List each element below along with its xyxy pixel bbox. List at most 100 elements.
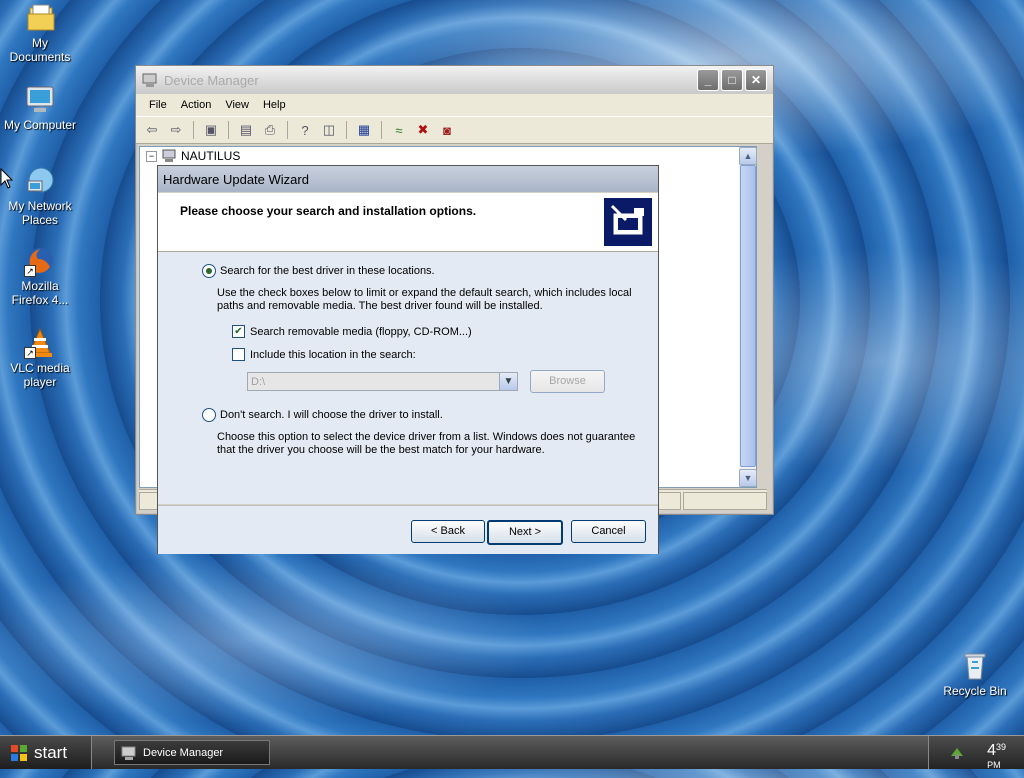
desktop-icon-label: Mozilla Firefox 4... — [11, 279, 69, 307]
search-description: Use the check boxes below to limit or ex… — [217, 287, 632, 312]
desktop-icon-label: VLC media player — [10, 361, 70, 389]
desktop-icon-my-documents[interactable]: My Documents — [0, 2, 80, 64]
my-computer-icon — [24, 84, 56, 116]
radio-dont-search[interactable] — [202, 408, 216, 422]
status-cell — [683, 492, 767, 510]
tree-collapse-icon[interactable]: − — [146, 150, 157, 162]
radio-dont-search-row[interactable]: Don't search. I will choose the driver t… — [202, 408, 443, 422]
update-driver-icon[interactable]: ≈ — [389, 120, 409, 140]
checkbox-location[interactable] — [232, 348, 245, 361]
scroll-up-icon[interactable]: ▲ — [739, 147, 757, 165]
toolbar-separator — [193, 121, 194, 139]
menu-view[interactable]: View — [218, 99, 256, 111]
desktop-icon-label: Recycle Bin — [943, 684, 1007, 698]
window-title: Device Manager — [164, 72, 259, 88]
desktop-icon-my-computer[interactable]: My Computer — [0, 84, 80, 132]
shortcut-arrow-icon: ↗ — [24, 347, 36, 359]
back-button[interactable]: < Back — [411, 520, 485, 543]
wizard-body: Search for the best driver in these loca… — [158, 252, 658, 504]
taskbar-item-label: Device Manager — [143, 746, 224, 759]
properties-icon[interactable]: ▤ — [236, 120, 256, 140]
next-button[interactable]: Next > — [487, 520, 563, 545]
disable-device-icon[interactable]: ◙ — [437, 120, 457, 140]
location-value: D:\ — [251, 376, 266, 388]
maximize-icon: □ — [728, 73, 736, 87]
device-manager-titlebar[interactable]: Device Manager _ □ ✕ — [136, 66, 773, 94]
desktop-icon-label: My Network Places — [8, 199, 72, 227]
location-combobox: D:\ ▼ — [247, 372, 518, 391]
my-network-places-icon — [24, 165, 56, 197]
toolbar-separator — [228, 121, 229, 139]
vlc-icon: ↗ — [24, 327, 56, 359]
radio-dont-search-label: Don't search. I will choose the driver t… — [220, 409, 443, 421]
chevron-down-icon: ▼ — [499, 373, 517, 390]
close-button[interactable]: ✕ — [745, 69, 767, 91]
radio-search[interactable] — [202, 264, 216, 278]
menu-help[interactable]: Help — [256, 99, 293, 111]
print-icon[interactable]: ⎙ — [260, 120, 280, 140]
checkbox-location-row[interactable]: Include this location in the search: — [232, 348, 416, 361]
scroll-thumb[interactable] — [740, 165, 756, 467]
wizard-header: Please choose your search and installati… — [158, 193, 658, 252]
radio-search-row[interactable]: Search for the best driver in these loca… — [202, 264, 435, 278]
firefox-icon: ↗ — [24, 245, 56, 277]
device-manager-icon — [121, 746, 136, 760]
desktop-icon-label: My Documents — [9, 36, 71, 64]
recycle-bin-icon — [959, 650, 991, 682]
wizard-titlebar[interactable]: Hardware Update Wizard — [158, 166, 658, 192]
checkbox-removable-row[interactable]: ✔ Search removable media (floppy, CD-ROM… — [232, 325, 472, 338]
checkbox-location-label: Include this location in the search: — [250, 348, 416, 361]
tree-root-item[interactable]: − NAUTILUS — [146, 149, 240, 163]
browse-button: Browse — [530, 370, 605, 393]
mouse-cursor-icon — [0, 168, 14, 189]
desktop-icon-vlc[interactable]: ↗ VLC media player — [0, 327, 80, 389]
shortcut-arrow-icon: ↗ — [24, 265, 36, 277]
start-label: start — [34, 742, 68, 762]
windows-flag-icon — [11, 744, 27, 761]
device-manager-icon — [142, 73, 157, 87]
menu-bar: File Action View Help — [136, 94, 773, 116]
vertical-scrollbar[interactable]: ▲ ▼ — [739, 147, 757, 487]
uninstall-icon[interactable]: ✖ — [413, 120, 433, 140]
help-icon[interactable]: ? — [295, 120, 315, 140]
taskbar-item-device-manager[interactable]: Device Manager — [114, 740, 270, 765]
clock-ampm: PM — [987, 760, 1001, 770]
minimize-button[interactable]: _ — [697, 69, 719, 91]
dont-search-description: Choose this option to select the device … — [217, 431, 636, 456]
show-hide-tree-icon[interactable]: ▣ — [201, 120, 221, 140]
scroll-down-icon[interactable]: ▼ — [739, 469, 757, 487]
desktop-icon-recycle-bin[interactable]: Recycle Bin — [935, 650, 1015, 698]
taskbar: start Device Manager 439 PM — [0, 735, 1024, 770]
forward-arrow-icon[interactable]: ⇨ — [166, 120, 186, 140]
desktop-icon-firefox[interactable]: ↗ Mozilla Firefox 4... — [0, 245, 80, 307]
cancel-button[interactable]: Cancel — [571, 520, 646, 543]
hardware-update-wizard: Hardware Update Wizard Please choose you… — [157, 165, 659, 554]
wizard-title: Hardware Update Wizard — [163, 171, 309, 187]
action-pane-icon[interactable]: ◫ — [319, 120, 339, 140]
my-documents-icon — [24, 2, 56, 34]
scan-hardware-icon[interactable]: ▦ — [354, 120, 374, 140]
maximize-button[interactable]: □ — [721, 69, 743, 91]
computer-icon — [162, 149, 176, 162]
clock-minutes: 39 — [995, 742, 1006, 752]
wizard-header-text: Please choose your search and installati… — [180, 204, 477, 218]
toolbar-separator — [346, 121, 347, 139]
desktop-icon-label: My Computer — [3, 118, 77, 132]
menu-file[interactable]: File — [142, 99, 174, 111]
clock-hour: 4 — [987, 742, 996, 759]
system-tray: 439 PM — [928, 736, 1024, 770]
radio-selected-dot — [206, 268, 212, 274]
back-arrow-icon[interactable]: ⇦ — [142, 120, 162, 140]
network-tray-icon[interactable] — [949, 744, 965, 760]
menu-action[interactable]: Action — [174, 99, 219, 111]
radio-search-label: Search for the best driver in these loca… — [220, 265, 435, 277]
wizard-footer: < Back Next > Cancel — [158, 505, 658, 554]
tree-root-label: NAUTILUS — [181, 149, 241, 163]
checkbox-removable[interactable]: ✔ — [232, 325, 245, 338]
start-button[interactable]: start — [0, 736, 92, 769]
clock[interactable]: 439 PM — [987, 742, 1006, 778]
checkbox-removable-label: Search removable media (floppy, CD-ROM..… — [250, 325, 472, 338]
toolbar: ⇦ ⇨ ▣ ▤ ⎙ ? ◫ ▦ ≈ ✖ ◙ — [136, 116, 773, 144]
toolbar-separator — [381, 121, 382, 139]
minimize-icon: _ — [704, 73, 712, 87]
